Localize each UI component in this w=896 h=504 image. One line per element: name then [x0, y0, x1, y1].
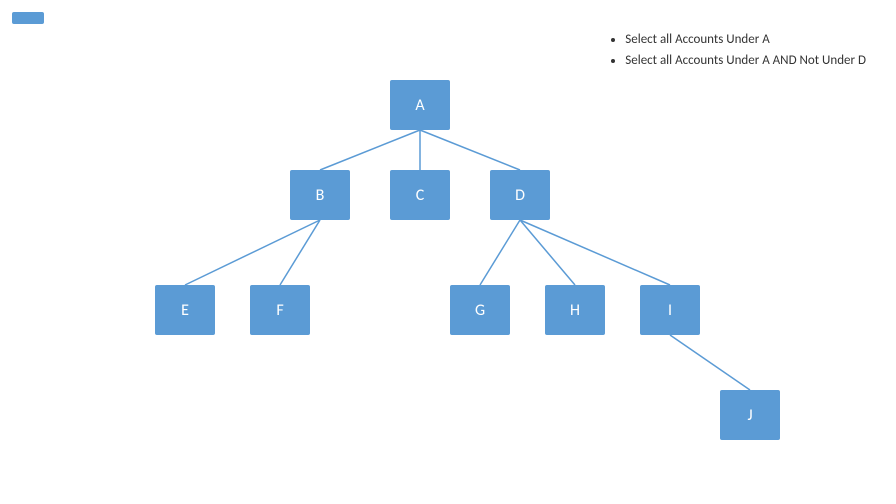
instruction-item: Select all Accounts Under A — [625, 30, 866, 51]
tree-node-i[interactable]: I — [640, 285, 700, 335]
tree-node-a[interactable]: A — [390, 80, 450, 130]
tree-node-c[interactable]: C — [390, 170, 450, 220]
tree-node-f[interactable]: F — [250, 285, 310, 335]
tree-node-d[interactable]: D — [490, 170, 550, 220]
tree-node-e[interactable]: E — [155, 285, 215, 335]
instruction-item: Select all Accounts Under A AND Not Unde… — [625, 51, 866, 72]
tree-node-b[interactable]: B — [290, 170, 350, 220]
tree-node-g[interactable]: G — [450, 285, 510, 335]
instructions-panel: Select all Accounts Under ASelect all Ac… — [607, 30, 866, 72]
account-badge — [12, 12, 44, 24]
tree-node-h[interactable]: H — [545, 285, 605, 335]
tree-node-j[interactable]: J — [720, 390, 780, 440]
